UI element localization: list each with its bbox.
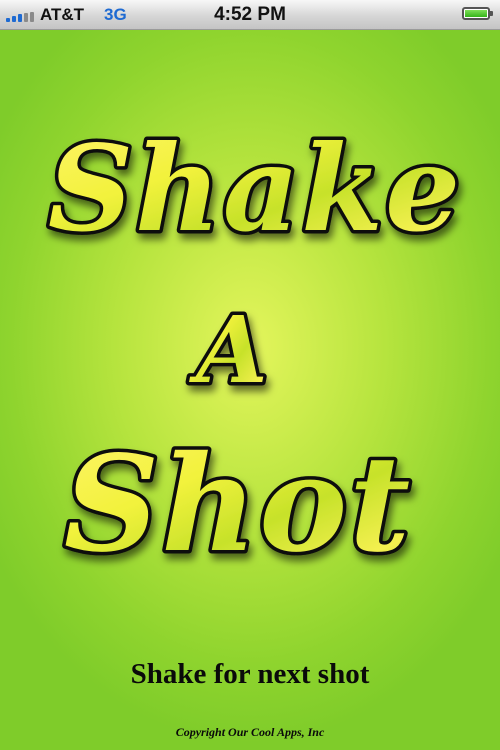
battery-icon [462, 7, 493, 20]
shake-screen[interactable]: Shake A Shot Shake for next shot Copyrig… [0, 30, 500, 750]
status-time: 4:52 PM [214, 4, 286, 25]
logo-word-a: A [188, 296, 267, 404]
instruction-text: Shake for next shot [130, 658, 370, 690]
status-bar: AT&T 3G 4:52 PM [0, 0, 500, 30]
app-logo: Shake A Shot [44, 116, 463, 586]
logo-word-shake: Shake [48, 119, 462, 258]
logo-word-shot: Shot [64, 427, 412, 582]
copyright-text: Copyright Our Cool Apps, Inc [175, 725, 325, 739]
battery-level-fill [465, 10, 487, 17]
